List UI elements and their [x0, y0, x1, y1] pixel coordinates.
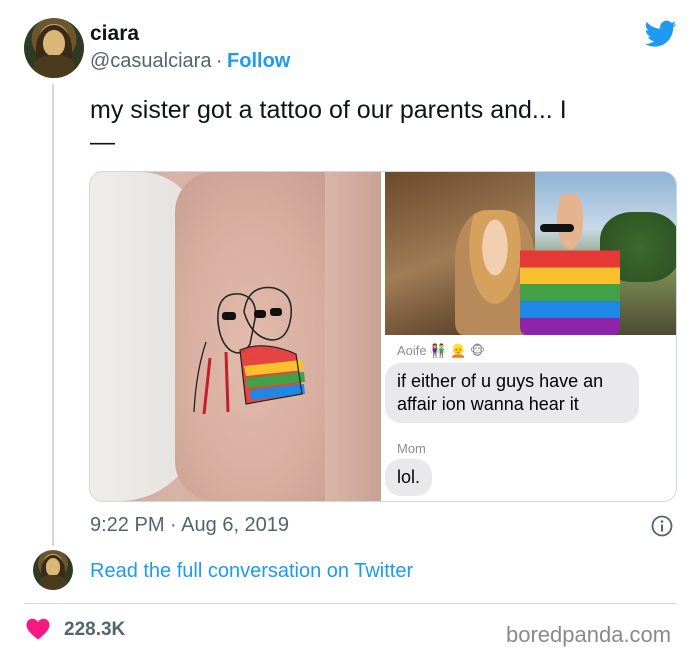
- heart-icon[interactable]: [26, 618, 50, 640]
- chat-message-2: lol.: [385, 459, 433, 496]
- tattoo-illustration: [193, 286, 305, 415]
- follow-button[interactable]: Follow: [227, 50, 290, 72]
- man-figure: [520, 194, 620, 335]
- tweet-text-line1: my sister got a tattoo of our parents an…: [90, 96, 567, 124]
- conversation-avatar[interactable]: [33, 550, 73, 590]
- dark-background: [325, 172, 381, 501]
- read-conversation-link[interactable]: Read the full conversation on Twitter: [90, 560, 413, 583]
- handle-separator: ·: [215, 50, 223, 72]
- chat-sender-mom: Mom: [397, 441, 426, 456]
- author-meta-row: @casualciara · Follow: [90, 50, 290, 73]
- chat-screenshot: Aoife 👫 👱 🐵 if either of u guys have an …: [385, 335, 676, 501]
- tweet-timestamp[interactable]: 9:22 PM · Aug 6, 2019: [90, 514, 289, 537]
- chat-sender-aoife: Aoife 👫 👱 🐵: [397, 343, 485, 359]
- author-avatar[interactable]: [24, 18, 84, 78]
- boredpanda-watermark: boredpanda.com: [506, 622, 672, 647]
- author-name[interactable]: ciara: [90, 22, 139, 46]
- sunglasses: [540, 224, 574, 232]
- author-handle[interactable]: @casualciara: [90, 50, 211, 72]
- tweet-media[interactable]: Aoife 👫 👱 🐵 if either of u guys have an …: [89, 171, 677, 502]
- tweet-text-line2: —: [90, 128, 115, 156]
- sender1-name: Aoife: [397, 343, 427, 358]
- thread-line: [52, 84, 54, 546]
- chat-message-1: if either of u guys have an affair ion w…: [385, 363, 639, 423]
- like-count[interactable]: 228.3K: [64, 619, 125, 641]
- sender1-emojis: 👫 👱 🐵: [430, 343, 485, 358]
- timestamp-date: Aug 6, 2019: [181, 514, 290, 536]
- footer-separator: [24, 603, 677, 604]
- timestamp-separator: ·: [170, 514, 177, 536]
- timestamp-time: 9:22 PM: [90, 514, 165, 536]
- twitter-bird-icon[interactable]: [644, 20, 677, 48]
- info-icon[interactable]: [651, 515, 673, 537]
- tattoo-photo[interactable]: [90, 172, 381, 501]
- parents-photo[interactable]: [385, 172, 676, 335]
